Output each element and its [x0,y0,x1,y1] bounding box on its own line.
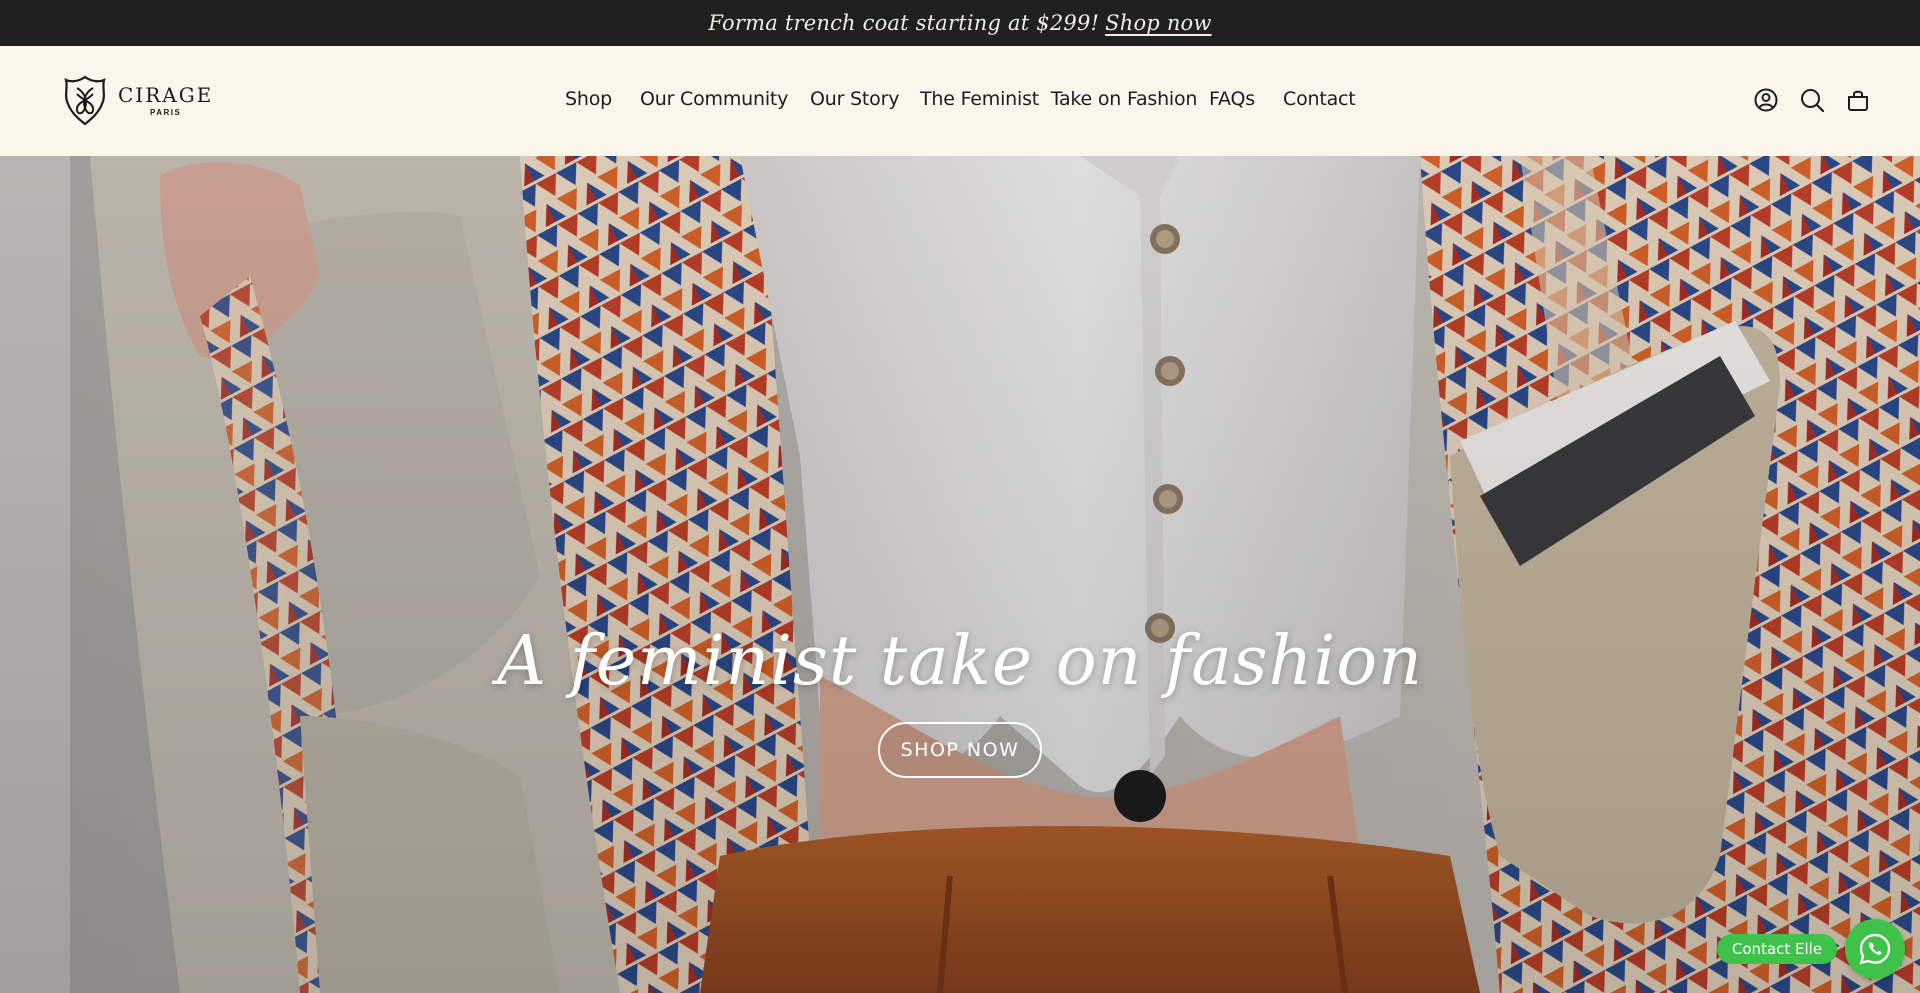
search-icon[interactable] [1799,87,1825,113]
cart-icon[interactable] [1845,87,1871,113]
nav-item-our-story[interactable]: Our Story [810,88,899,110]
hero-shop-now-button[interactable]: SHOP NOW [878,722,1042,778]
whatsapp-icon [1859,933,1891,965]
announcement-shop-now-link[interactable]: Shop now [1105,11,1211,35]
nav-item-faqs[interactable]: FAQs [1209,88,1255,110]
contact-elle-button[interactable]: Contact Elle [1717,934,1837,964]
announcement-bar: Forma trench coat starting at $299! Shop… [0,0,1920,46]
site-header: CIRAGE PARIS Shop Our Community Our Stor… [0,46,1920,156]
nav-item-shop[interactable]: Shop [565,88,612,110]
hero-title: A feminist take on fashion [497,622,1423,701]
account-icon[interactable] [1753,87,1779,113]
hero-background-image [0,156,1920,993]
hero-banner: A feminist take on fashion SHOP NOW Cont… [0,156,1920,993]
brand-sub: PARIS [149,107,182,117]
logo-emblem-icon [64,75,106,126]
brand-wordmark: CIRAGE PARIS [118,84,213,117]
brand-name: CIRAGE [118,82,214,107]
brand-logo[interactable]: CIRAGE PARIS [62,74,213,126]
main-navigation: Shop Our Community Our Story The Feminis… [0,46,1920,156]
nav-item-feminist-take[interactable]: The Feminist Take on Fashion [920,88,1197,110]
whatsapp-chat-button[interactable] [1845,919,1905,979]
announcement-text: Forma trench coat starting at $299! [708,11,1100,35]
nav-item-contact[interactable]: Contact [1283,88,1356,110]
nav-item-our-community[interactable]: Our Community [640,88,788,110]
